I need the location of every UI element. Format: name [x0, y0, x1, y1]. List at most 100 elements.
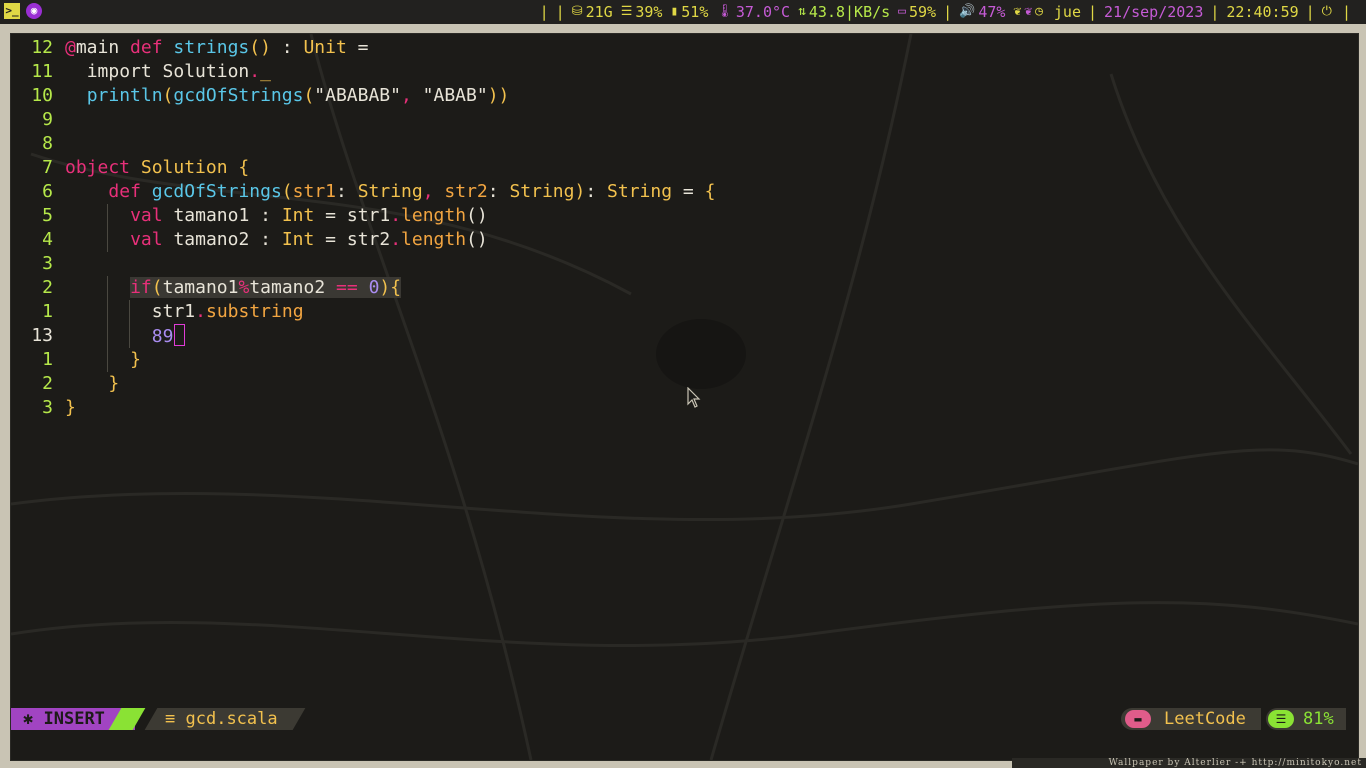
- code-token: str1: [292, 181, 336, 202]
- code-token: (): [466, 229, 488, 250]
- code-line[interactable]: 1 str1.substring: [11, 300, 1358, 324]
- top-status-bar: >_ ◉ | | ⛁ 21G ☰ 39% ▮ 51% 🌡 37.0°C ⇅ 43.…: [0, 0, 1366, 24]
- code-line[interactable]: 8: [11, 132, 1358, 156]
- code-line[interactable]: 5 val tamano1 : Int = str1.length(): [11, 204, 1358, 228]
- code-token: ==: [336, 277, 358, 298]
- line-text[interactable]: }: [65, 348, 141, 372]
- code-token: Unit: [303, 37, 347, 58]
- leaf-icon: ❦: [1013, 4, 1022, 19]
- code-token: "ABABAB": [314, 85, 401, 106]
- code-token: %: [238, 277, 250, 298]
- code-token: ){: [379, 277, 402, 298]
- line-text[interactable]: @main def strings() : Unit =: [65, 36, 369, 60]
- code-buffer[interactable]: 12 @main def strings() : Unit = 11 import S…: [11, 36, 1358, 420]
- code-token: if: [130, 277, 152, 298]
- code-line[interactable]: 12 @main def strings() : Unit =: [11, 36, 1358, 60]
- code-line[interactable]: 1}: [11, 348, 1358, 372]
- memory-usage: 39%: [635, 3, 663, 21]
- code-token: (): [466, 205, 488, 226]
- line-number: 3: [42, 397, 53, 418]
- code-token: tamano2 :: [173, 229, 282, 250]
- code-token: Int: [281, 229, 315, 250]
- code-line[interactable]: 2 if(tamano1%tamano2 == 0){: [11, 276, 1358, 300]
- line-text[interactable]: }: [65, 372, 119, 396]
- code-line[interactable]: 6 def gcdOfStrings(str1: String, str2: St…: [11, 180, 1358, 204]
- indent-guide: [107, 300, 109, 324]
- line-number: 1: [42, 349, 53, 370]
- line-number: 9: [42, 109, 53, 130]
- network-speed: 43.8|KB/s: [808, 3, 891, 21]
- line-text[interactable]: val tamano2 : Int = str2.length(): [65, 228, 488, 252]
- code-line[interactable]: 10 println(gcdOfStrings("ABABAB", "ABAB")…: [11, 84, 1358, 108]
- lines-icon: ☰: [1268, 710, 1294, 728]
- code-token: =: [672, 181, 705, 202]
- code-line[interactable]: 7 object Solution {: [11, 156, 1358, 180]
- line-text[interactable]: import Solution._: [65, 60, 271, 84]
- workspace-icon[interactable]: ◉: [26, 3, 42, 19]
- code-line[interactable]: 13 89: [11, 324, 1358, 348]
- code-line[interactable]: 9: [11, 108, 1358, 132]
- line-text[interactable]: println(gcdOfStrings("ABABAB", "ABAB")): [65, 84, 510, 108]
- code-token: tamano1 :: [173, 205, 282, 226]
- temperature: 37.0°C: [735, 3, 791, 21]
- code-line[interactable]: 4 val tamano2 : Int = str2.length(): [11, 228, 1358, 252]
- code-token: String: [357, 181, 423, 202]
- code-token: length: [401, 205, 467, 226]
- line-number: 12: [31, 37, 53, 58]
- code-token: :: [270, 37, 304, 58]
- line-number: 6: [42, 181, 53, 202]
- line-text[interactable]: object Solution {: [65, 156, 249, 180]
- code-token: .: [249, 61, 261, 82]
- code-token: @: [65, 37, 76, 58]
- code-token: "ABAB": [422, 85, 488, 106]
- line-text[interactable]: str1.substring: [65, 300, 304, 324]
- line-number: 5: [42, 205, 53, 226]
- line-text[interactable]: if(tamano1%tamano2 == 0){: [65, 276, 402, 300]
- code-token: .: [390, 229, 402, 250]
- line-number: 8: [42, 133, 53, 154]
- volume-level[interactable]: 47%: [978, 0, 1005, 24]
- indent-guide: [107, 276, 109, 300]
- line-number: 1: [42, 301, 53, 322]
- file-percent: 81%: [1303, 709, 1334, 729]
- code-token: =: [346, 37, 369, 58]
- code-line[interactable]: 3}: [11, 396, 1358, 420]
- volume-icon[interactable]: 🔊: [959, 0, 975, 24]
- file-name: gcd.scala: [185, 709, 278, 729]
- code-token: }: [108, 373, 120, 394]
- line-number: 7: [42, 157, 53, 178]
- code-line[interactable]: 3: [11, 252, 1358, 276]
- code-token: str2: [444, 181, 488, 202]
- file-icon: ≡: [165, 709, 176, 729]
- code-token: {: [227, 157, 250, 178]
- code-line[interactable]: 11 import Solution._: [11, 60, 1358, 84]
- line-text[interactable]: def gcdOfStrings(str1: String, str2: Str…: [65, 180, 715, 204]
- line-number: 10: [31, 85, 53, 106]
- terminal-icon[interactable]: >_: [4, 3, 20, 19]
- memory-icon: ☰: [620, 4, 633, 19]
- line-text[interactable]: }: [65, 396, 76, 420]
- line-number: 4: [42, 229, 53, 250]
- code-token: gcdOfStrings: [173, 85, 304, 106]
- line-number: 3: [42, 253, 53, 274]
- power-icon[interactable]: ⏻: [1322, 0, 1332, 24]
- battery-icon: ▭: [898, 4, 906, 19]
- code-line[interactable]: 2}: [11, 372, 1358, 396]
- disk-usage: 21G: [585, 3, 613, 21]
- code-token: (): [249, 37, 271, 58]
- indent-guide: [129, 300, 131, 324]
- indent-guide: [107, 348, 109, 372]
- code-token: (: [281, 181, 293, 202]
- text-cursor: [174, 324, 186, 346]
- terminal-window[interactable]: 12 @main def strings() : Unit = 11 import S…: [10, 33, 1359, 761]
- code-token: val: [130, 229, 174, 250]
- code-token: ,: [422, 181, 445, 202]
- code-token: substring: [206, 301, 304, 322]
- line-text[interactable]: val tamano1 : Int = str1.length(): [65, 204, 488, 228]
- project-name: LeetCode: [1164, 709, 1246, 729]
- code-token: strings: [173, 37, 250, 58]
- line-text[interactable]: 89: [65, 324, 186, 348]
- leaf-icon-2: ❦: [1024, 4, 1033, 19]
- wallpaper-credit: Wallpaper by Alterlier -+ http://minitok…: [1012, 758, 1366, 768]
- mode-icon: ✱: [23, 709, 34, 729]
